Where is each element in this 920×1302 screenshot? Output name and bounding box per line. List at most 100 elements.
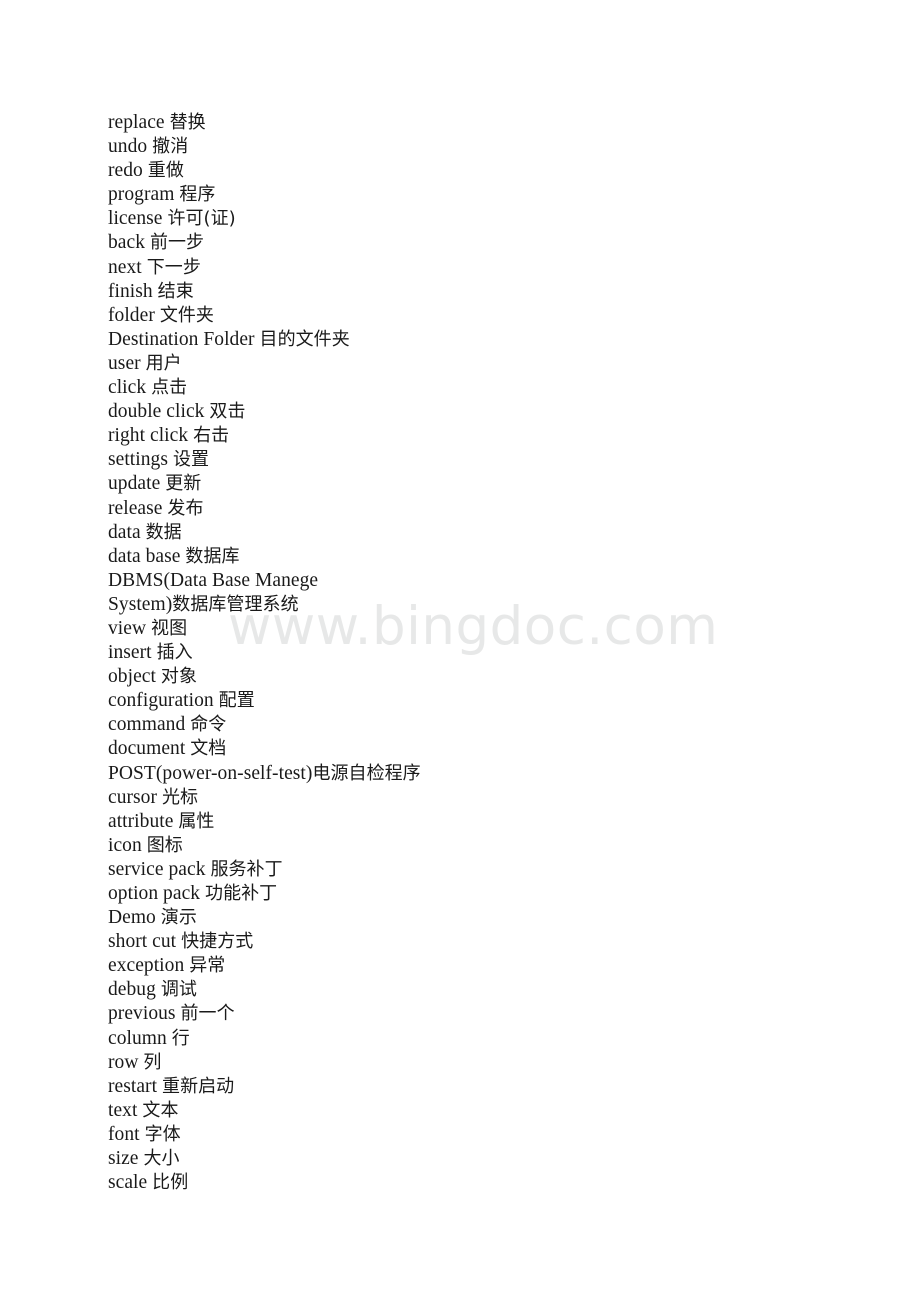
- glossary-translation: 程序: [179, 184, 216, 206]
- glossary-entry: icon 图标: [108, 834, 868, 858]
- glossary-translation: 属性: [178, 810, 215, 832]
- glossary-term: row: [108, 1051, 139, 1073]
- glossary-translation: 用户: [145, 352, 182, 374]
- glossary-translation: 列: [143, 1051, 162, 1073]
- glossary-translation: 插入: [156, 642, 193, 664]
- glossary-translation: 前一个: [180, 1003, 235, 1025]
- glossary-translation: 服务补丁: [210, 858, 283, 880]
- glossary-term: DBMS(Data Base Manege: [108, 569, 319, 591]
- glossary-term: cursor: [108, 786, 158, 808]
- glossary-translation: 设置: [172, 449, 210, 471]
- glossary-term: insert: [108, 642, 152, 664]
- glossary-entry: user 用户: [108, 352, 868, 376]
- glossary-term: debug: [108, 979, 156, 1001]
- glossary-translation: 光标: [161, 786, 199, 808]
- glossary-entry: back 前一步: [108, 231, 868, 255]
- glossary-translation: 结束: [157, 280, 194, 302]
- glossary-translation: 字体: [144, 1123, 181, 1145]
- glossary-entry: program 程序: [108, 183, 868, 207]
- glossary-translation: 大小: [143, 1148, 180, 1170]
- glossary-term: Destination Folder: [108, 328, 255, 350]
- glossary-term: data base: [108, 545, 181, 567]
- glossary-term: license: [108, 208, 163, 230]
- glossary-term: replace: [108, 112, 165, 133]
- document-page: www.bingdoc.com replace 替换 undo 撤消 redo 重做…: [0, 0, 920, 1302]
- glossary-entry: restart 重新启动: [108, 1075, 868, 1099]
- glossary-term: Demo: [108, 907, 156, 929]
- glossary-translation: 双击: [209, 401, 246, 423]
- glossary-term: program: [108, 184, 175, 206]
- glossary-translation: 文本: [142, 1099, 179, 1121]
- glossary-entry: cursor 光标: [108, 786, 868, 810]
- glossary-translation: 配置: [218, 690, 255, 712]
- glossary-term: restart: [108, 1075, 158, 1097]
- glossary-entry: text 文本: [108, 1099, 868, 1123]
- glossary-translation: 下一步: [146, 256, 201, 278]
- glossary-translation: 图标: [146, 834, 183, 856]
- glossary-term: finish: [108, 280, 153, 302]
- glossary-entry: column 行: [108, 1027, 868, 1051]
- glossary-entry: object 对象: [108, 665, 868, 689]
- glossary-entry: document 文档: [108, 737, 868, 761]
- glossary-translation: 行: [171, 1027, 190, 1049]
- glossary-term: click: [108, 377, 147, 399]
- glossary-entry: release 发布: [108, 497, 868, 521]
- glossary-entry: insert 插入: [108, 641, 868, 665]
- glossary-term: command: [108, 714, 186, 736]
- glossary-entry: replace 替换: [108, 111, 868, 135]
- glossary-translation: 对象: [160, 666, 197, 688]
- glossary-entry: settings 设置: [108, 448, 868, 472]
- glossary-entry: configuration 配置: [108, 689, 868, 713]
- glossary-translation: 撤消: [152, 136, 189, 158]
- glossary-term: service pack: [108, 858, 206, 880]
- glossary-entry: DBMS(Data Base Manege: [108, 569, 868, 593]
- glossary-term: column: [108, 1027, 167, 1049]
- glossary-entry: scale 比例: [108, 1171, 868, 1195]
- glossary-entry: data base 数据库: [108, 545, 868, 569]
- glossary-translation: 点击: [151, 377, 188, 399]
- glossary-entry: option pack 功能补丁: [108, 882, 868, 906]
- glossary-term: next: [108, 256, 142, 278]
- glossary-term: update: [108, 473, 161, 495]
- glossary-translation: 更新: [165, 473, 202, 495]
- glossary-translation: 演示: [160, 907, 197, 929]
- glossary-translation: 发布: [167, 497, 204, 519]
- glossary-translation: 视图: [151, 617, 188, 639]
- glossary-translation: 数据: [145, 521, 182, 543]
- glossary-term: view: [108, 617, 147, 639]
- glossary-entry: license 许可(证): [108, 207, 868, 231]
- glossary-entry: exception 异常: [108, 954, 868, 978]
- glossary-translation: 前一步: [149, 232, 205, 254]
- glossary-entry: folder 文件夹: [108, 304, 868, 328]
- glossary-entry: update 更新: [108, 472, 868, 496]
- glossary-term: POST(power-on-self-test): [108, 762, 313, 784]
- glossary-translation: 数据库: [185, 545, 240, 567]
- glossary-term: user: [108, 352, 141, 374]
- glossary-translation: 重做: [147, 160, 184, 182]
- glossary-entry: finish 结束: [108, 280, 868, 304]
- glossary-term: double click: [108, 401, 205, 423]
- glossary-entry: previous 前一个: [108, 1002, 868, 1026]
- glossary-entry: size 大小: [108, 1147, 868, 1171]
- glossary-entry: service pack 服务补丁: [108, 858, 868, 882]
- glossary-term: configuration: [108, 690, 214, 712]
- glossary-term: attribute: [108, 810, 174, 832]
- glossary-entry: right click 右击: [108, 424, 868, 448]
- glossary-term: object: [108, 666, 156, 688]
- glossary-term: document: [108, 738, 186, 760]
- glossary-term: font: [108, 1123, 140, 1145]
- glossary-term: text: [108, 1099, 138, 1121]
- glossary-entry: undo 撤消: [108, 135, 868, 159]
- glossary-entry: Demo 演示: [108, 906, 868, 930]
- glossary-term: undo: [108, 136, 148, 158]
- glossary-entry: short cut 快捷方式: [108, 930, 868, 954]
- glossary-translation: 文档: [190, 738, 227, 760]
- glossary-term: data: [108, 521, 141, 543]
- glossary-entry: data 数据: [108, 521, 868, 545]
- glossary-translation: 比例: [152, 1172, 189, 1194]
- glossary-translation: 功能补丁: [205, 883, 278, 904]
- glossary-entry: click 点击: [108, 376, 868, 400]
- glossary-term: scale: [108, 1172, 148, 1194]
- glossary-term: back: [108, 232, 146, 254]
- glossary-entry: redo 重做: [108, 159, 868, 183]
